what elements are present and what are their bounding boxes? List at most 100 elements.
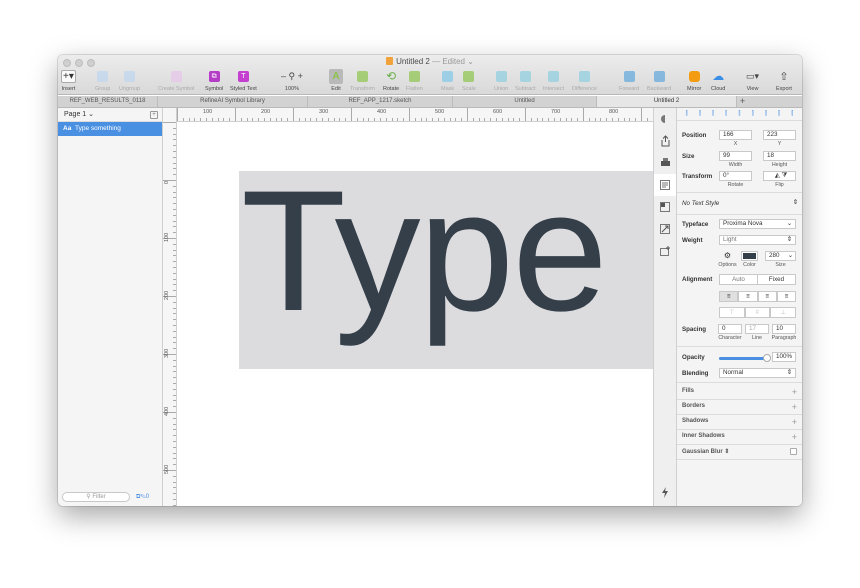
toolbar-flatten-button[interactable]: Flatten [406, 68, 423, 94]
align-middle-button[interactable]: ⇳ [744, 307, 771, 318]
canvas-text[interactable]: Type s [241, 171, 653, 350]
auto-width-button[interactable]: Auto [719, 274, 758, 285]
toolbar-union-button[interactable]: Union [494, 68, 508, 94]
align-right-button[interactable]: ≡ [757, 291, 777, 302]
tab-untitled-2[interactable]: Untitled 2 [597, 96, 737, 107]
flip-buttons[interactable]: ◭ ⧩ [763, 171, 796, 181]
align-bottom-icon[interactable]: ⫿ [752, 111, 754, 118]
toolbar-cloud-button[interactable]: ☁ Cloud [711, 68, 725, 94]
filter-input[interactable]: ⚲ Filter [62, 492, 130, 502]
toolbar-styled-text-button[interactable]: T Styled Text [230, 68, 257, 94]
layout-icon[interactable] [654, 196, 676, 218]
toolbar-create-symbol-button[interactable]: Create Symbol [158, 68, 194, 94]
gaussian-blur-checkbox[interactable] [790, 448, 797, 455]
vertical-ruler[interactable]: 0 100 200 300 400 500 [163, 108, 177, 506]
toolbar-export-button[interactable]: ⇧ Export [776, 68, 792, 94]
search-icon: ⚲ [86, 494, 91, 500]
opacity-slider[interactable] [719, 354, 771, 362]
add-fills-icon[interactable]: + [792, 388, 797, 397]
horizontal-ruler[interactable]: 100 200 300 400 500 600 700 800 [163, 108, 653, 122]
toolbar-forward-button[interactable]: Forward [619, 68, 639, 94]
paragraph-spacing-field[interactable]: 10 [772, 324, 796, 334]
character-spacing-field[interactable]: 0 [718, 324, 742, 334]
fixed-width-button[interactable]: Fixed [757, 274, 796, 285]
align-right-icon[interactable]: ⫿ [712, 111, 714, 118]
blending-select[interactable]: Normal ⇕ [719, 368, 796, 378]
opacity-slider-knob[interactable] [763, 354, 771, 362]
canvas[interactable]: Type s 100 200 300 400 500 600 700 800 0 100 200 3… [163, 108, 653, 506]
align-top-button[interactable]: ⊤ [719, 307, 745, 318]
section-borders[interactable]: Borders [682, 403, 705, 409]
align-left-icon[interactable]: ⫿ [686, 111, 688, 118]
page-selector[interactable]: Page 1 ⌄ + [58, 108, 162, 122]
toolbar-zoom-button[interactable]: – ⚲ + 100% [281, 68, 303, 94]
toolbar-backward-button[interactable]: Backward [647, 68, 671, 94]
x-field[interactable]: 166 [719, 130, 752, 140]
flip-vertical-icon[interactable]: ⧩ [781, 172, 787, 179]
lightning-icon[interactable] [654, 481, 676, 503]
opacity-field[interactable]: 100% [772, 352, 796, 362]
toolbar-scale-button[interactable]: Scale [462, 68, 476, 94]
align-top-icon[interactable]: ⫿ [725, 111, 727, 118]
align-justify-button[interactable]: ≡ [776, 291, 796, 302]
tab-ref-app-1217-sketch[interactable]: REF_APP_1217.sketch [308, 96, 453, 107]
add-inner-shadows-icon[interactable]: + [792, 433, 797, 442]
text-style-select[interactable]: No Text Style ⇕ [682, 199, 798, 207]
resize-icon[interactable] [654, 218, 676, 240]
text-layer-icon: Aa [63, 125, 72, 132]
color-swatch[interactable] [741, 251, 758, 261]
toolbar-ungroup-button[interactable]: Ungroup [119, 68, 140, 94]
toolbar-subtract-button[interactable]: Subtract [515, 68, 535, 94]
text-layer-selection[interactable]: Type s [239, 171, 653, 369]
share-icon[interactable] [654, 130, 676, 152]
new-tab-button[interactable]: + [737, 96, 748, 107]
width-field[interactable]: 99 [719, 151, 752, 161]
toolbar-insert-button[interactable]: +▾ Insert [61, 68, 76, 94]
toolbar-mask-button[interactable]: Mask [441, 68, 454, 94]
distribute-h-icon[interactable]: ⫿ [765, 111, 767, 118]
section-inner-shadows[interactable]: Inner Shadows [682, 433, 725, 439]
tab-ref-web-results-0118[interactable]: REF_WEB_RESULTS_0118 [58, 96, 158, 107]
tab-refineai-symbol-library[interactable]: RefineAI Symbol Library [158, 96, 308, 107]
distribute-v-icon[interactable]: ⫿ [778, 111, 780, 118]
align-vcenter-icon[interactable]: ⫿ [739, 111, 741, 118]
add-shadows-icon[interactable]: + [792, 418, 797, 427]
height-field[interactable]: 18 [763, 151, 796, 161]
flip-horizontal-icon[interactable]: ◭ [775, 172, 780, 179]
options-button[interactable]: ⚙ [719, 251, 736, 261]
align-left-button[interactable]: ≡ [719, 291, 739, 302]
toolbar-transform-button[interactable]: Transform [350, 68, 375, 94]
toolbar-intersect-button[interactable]: Intersect [543, 68, 564, 94]
align-hcenter-icon[interactable]: ⫿ [699, 111, 701, 118]
font-size-field[interactable]: 280 ⌄ [765, 251, 796, 261]
symbol-icon: ⧉ [208, 70, 220, 82]
filter-options[interactable]: ⧉✎0 [136, 494, 149, 501]
section-fills[interactable]: Fills [682, 388, 694, 394]
weight-select[interactable]: Light ⇕ [719, 235, 796, 245]
tab-untitled[interactable]: Untitled [453, 96, 597, 107]
align-bottom-button[interactable]: ⊥ [770, 307, 797, 318]
text-panel-icon[interactable] [654, 174, 676, 196]
align-center-button[interactable]: ≡ [738, 291, 758, 302]
section-gaussian-blur[interactable]: Gaussian Blur ⇕ [682, 448, 729, 455]
toolbar-group-button[interactable]: Group [95, 68, 110, 94]
toolbar-mirror-button[interactable]: Mirror [687, 68, 701, 94]
line-spacing-field[interactable]: 17 [745, 324, 769, 334]
toolbar-rotate-button[interactable]: ⟲ Rotate [383, 68, 399, 94]
align-extra-icon[interactable]: ⫿ [791, 111, 793, 118]
typeface-select[interactable]: Proxima Nova ⌄ [719, 219, 796, 229]
printer-icon[interactable] [654, 152, 676, 174]
section-shadows[interactable]: Shadows [682, 418, 708, 424]
toolbar-view-button[interactable]: ▭▾ View [746, 68, 759, 94]
add-page-icon[interactable]: + [150, 111, 158, 119]
y-field[interactable]: 223 [763, 130, 796, 140]
toolbar-difference-button[interactable]: Difference [572, 68, 597, 94]
add-image-icon[interactable] [654, 240, 676, 262]
transform-icon [356, 70, 368, 82]
toolbar-symbol-button[interactable]: ⧉ Symbol [205, 68, 223, 94]
sync-icon[interactable] [654, 108, 676, 130]
toolbar-edit-button[interactable]: A Edit [329, 68, 343, 94]
rotate-field[interactable]: 0° [719, 171, 752, 181]
add-borders-icon[interactable]: + [792, 403, 797, 412]
layer-item[interactable]: Aa Type something [58, 122, 162, 136]
